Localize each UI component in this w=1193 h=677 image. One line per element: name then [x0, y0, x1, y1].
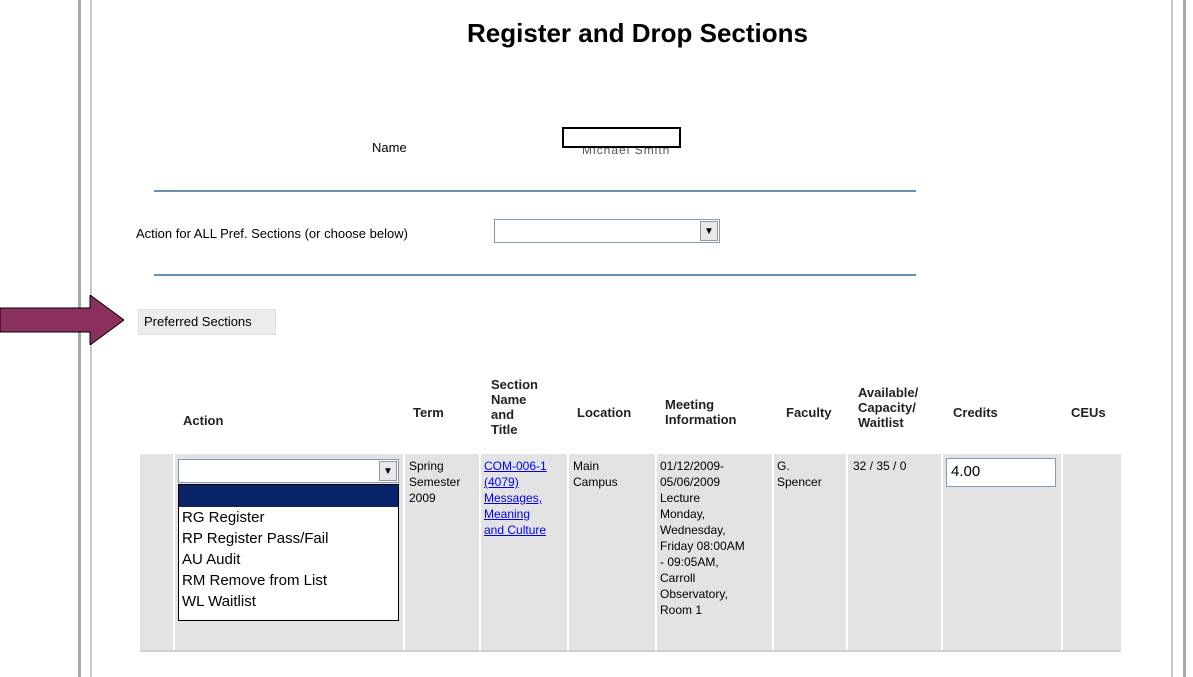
row-bottom-border [140, 650, 1121, 652]
header-capacity-line: Available/ [858, 385, 919, 400]
action-option-register-pass-fail[interactable]: RP Register Pass/Fail [179, 528, 398, 549]
location-line: Main [573, 459, 600, 473]
cell-divider [655, 454, 657, 650]
dropdown-arrow-icon[interactable]: ▼ [700, 221, 718, 241]
meeting-line: Wednesday, [660, 523, 726, 537]
page-border-right-inner [1171, 0, 1173, 677]
section-link[interactable]: COM-006-1 (4079) Messages, Meaning and C… [484, 458, 547, 538]
header-faculty: Faculty [786, 405, 832, 420]
header-section-line: and [491, 407, 515, 422]
location-line: Campus [573, 475, 618, 489]
cell-divider [941, 454, 943, 650]
term-line: 2009 [409, 491, 436, 505]
header-credits: Credits [953, 405, 998, 420]
action-option-audit[interactable]: AU Audit [179, 549, 398, 570]
header-term: Term [413, 405, 444, 420]
meeting-line: 05/06/2009 [660, 475, 721, 489]
faculty-line: Spencer [777, 475, 822, 489]
header-action: Action [183, 413, 224, 428]
header-meeting-line: Meeting [665, 397, 715, 412]
row-action-select[interactable]: ▼ [178, 459, 399, 483]
credits-input[interactable]: 4.00 [946, 458, 1056, 487]
meeting-line: Room 1 [660, 603, 703, 617]
section-link-line[interactable]: Meaning [484, 506, 547, 522]
header-ceus: CEUs [1071, 405, 1106, 420]
header-section-line: Section [491, 377, 538, 392]
location-cell: Main Campus [573, 458, 618, 490]
meeting-line: Lecture [660, 491, 701, 505]
section-link-line[interactable]: COM-006-1 [484, 458, 547, 474]
meeting-line: Monday, [660, 507, 706, 521]
cell-divider [173, 454, 175, 650]
name-value: Michael Smith [582, 148, 700, 154]
name-redaction-box [562, 127, 681, 148]
meeting-line: Carroll [660, 571, 696, 585]
cell-divider [846, 454, 848, 650]
header-capacity-line: Waitlist [858, 415, 904, 430]
meeting-line: Observatory, [660, 587, 728, 601]
page-border-right [1183, 0, 1186, 677]
meeting-line: 01/12/2009- [660, 459, 725, 473]
header-section-line: Name [491, 392, 527, 407]
section-link-line[interactable]: Messages, [484, 490, 547, 506]
action-dropdown-list: RG Register RP Register Pass/Fail AU Aud… [178, 484, 399, 621]
cell-divider [567, 454, 569, 650]
cell-divider [772, 454, 774, 650]
name-label: Name [372, 140, 407, 155]
meeting-line: - 09:05AM, [660, 555, 719, 569]
header-capacity-line: Capacity/ [858, 400, 916, 415]
action-option-register[interactable]: RG Register [179, 507, 398, 528]
header-meeting-line: Information [665, 412, 737, 427]
action-option-blank[interactable] [179, 485, 398, 507]
action-option-remove[interactable]: RM Remove from List [179, 570, 398, 591]
faculty-cell: G. Spencer [777, 458, 822, 490]
section-link-line[interactable]: and Culture [484, 522, 547, 538]
term-line: Semester [409, 475, 461, 489]
header-location: Location [577, 405, 632, 420]
meeting-cell: 01/12/2009- 05/06/2009 Lecture Monday, W… [660, 458, 745, 618]
term-cell: Spring Semester 2009 [409, 458, 460, 506]
divider-top [154, 190, 916, 192]
dropdown-arrow-icon[interactable]: ▼ [379, 461, 397, 481]
header-section-line: Title [491, 422, 518, 437]
page-title: Register and Drop Sections [467, 18, 808, 48]
meeting-line: Friday 08:00AM [660, 539, 745, 553]
cell-divider [403, 454, 405, 650]
preferred-sections-button[interactable]: Preferred Sections [138, 309, 276, 335]
header-section: Section Name and Title [491, 377, 538, 437]
capacity-cell: 32 / 35 / 0 [853, 459, 907, 473]
pointer-arrow-icon [0, 295, 124, 345]
cell-divider [1061, 454, 1063, 650]
header-capacity: Available/ Capacity/ Waitlist [858, 385, 918, 430]
cell-divider [479, 454, 481, 650]
header-meeting: Meeting Information [665, 397, 737, 427]
term-line: Spring [409, 459, 444, 473]
faculty-line: G. [777, 459, 790, 473]
action-all-select[interactable]: ▼ [494, 219, 720, 243]
action-option-waitlist[interactable]: WL Waitlist [179, 591, 398, 612]
section-link-line[interactable]: (4079) [484, 474, 547, 490]
action-all-label: Action for ALL Pref. Sections (or choose… [136, 226, 408, 241]
divider-bottom [154, 274, 916, 276]
